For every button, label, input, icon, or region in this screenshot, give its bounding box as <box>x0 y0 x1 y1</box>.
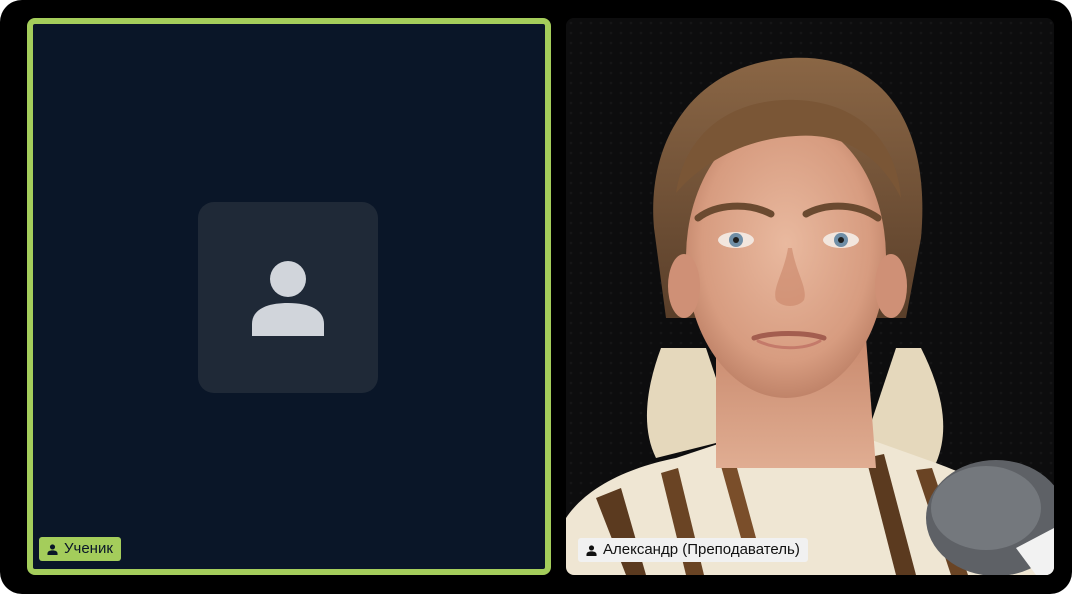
participant-name-badge: Александр (Преподаватель) <box>578 538 808 562</box>
participant-name: Ученик <box>64 540 113 557</box>
avatar-placeholder <box>198 202 378 393</box>
participant-tile-teacher[interactable]: Александр (Преподаватель) <box>566 18 1054 575</box>
participant-name: Александр (Преподаватель) <box>603 541 800 558</box>
participant-video-feed <box>566 18 1054 575</box>
participant-tile-student[interactable]: Ученик <box>27 18 551 575</box>
participant-name-badge: Ученик <box>39 537 121 561</box>
person-icon <box>586 544 597 556</box>
person-icon <box>252 260 324 336</box>
person-icon <box>47 543 58 555</box>
video-call-grid: Ученик Александр (Преподаватель) <box>0 0 1072 594</box>
